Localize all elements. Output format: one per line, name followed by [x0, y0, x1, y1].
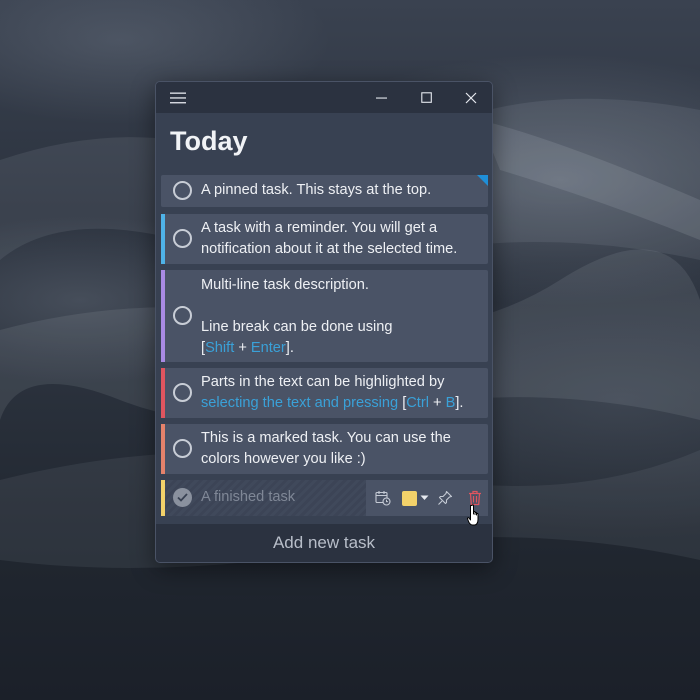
pin-button[interactable] [436, 489, 454, 507]
task-color-bar [161, 368, 165, 418]
task-item-multiline[interactable]: Multi-line task description. Line break … [161, 270, 488, 362]
task-item-finished[interactable]: A finished task [161, 480, 488, 516]
task-item-reminder[interactable]: A task with a reminder. You will get a n… [161, 214, 488, 264]
pin-icon [438, 490, 453, 505]
color-swatch [401, 490, 417, 506]
menu-button[interactable] [158, 82, 198, 113]
page-title: Today [170, 126, 248, 156]
checkmark-icon [177, 493, 188, 502]
task-text[interactable]: Multi-line task description. Line break … [201, 275, 480, 359]
task-text[interactable]: This is a marked task. You can use the c… [201, 428, 480, 470]
task-text[interactable]: Parts in the text can be highlighted by … [201, 372, 480, 414]
trash-icon [469, 490, 481, 506]
maximize-icon [421, 91, 432, 103]
title-bar [156, 82, 492, 113]
task-color-bar [161, 270, 165, 362]
task-color-bar [161, 480, 165, 516]
task-item-marked[interactable]: This is a marked task. You can use the c… [161, 424, 488, 474]
task-complete-checkbox[interactable] [173, 229, 192, 248]
minimize-icon [376, 97, 387, 99]
task-color-bar [161, 214, 165, 264]
maximize-button[interactable] [405, 82, 449, 113]
task-complete-checkbox[interactable] [173, 306, 192, 325]
task-text[interactable]: A pinned task. This stays at the top. [201, 180, 480, 201]
task-item-pinned[interactable]: A pinned task. This stays at the top. [161, 175, 488, 207]
color-picker-button[interactable] [400, 489, 430, 507]
task-item-highlight[interactable]: Parts in the text can be highlighted by … [161, 368, 488, 418]
highlighted-line: selecting the text and pressing [Ctrl + … [201, 395, 464, 411]
task-text[interactable]: A task with a reminder. You will get a n… [201, 218, 480, 260]
reminder-button[interactable] [374, 489, 392, 507]
delete-button[interactable] [466, 489, 484, 507]
app-window: Today A pinned task. This stays at the t… [155, 81, 493, 563]
close-icon [465, 92, 477, 103]
task-complete-checkbox[interactable] [173, 383, 192, 402]
task-complete-checkbox[interactable] [173, 439, 192, 458]
calendar-clock-icon [375, 491, 391, 506]
task-complete-checkbox-checked[interactable] [173, 488, 192, 507]
chevron-down-icon [420, 495, 428, 500]
minimize-button[interactable] [360, 82, 404, 113]
task-color-bar [161, 424, 165, 474]
shortcut-line: [Shift + Enter]. [201, 340, 294, 356]
task-action-toolbar [366, 480, 488, 516]
pinned-indicator [477, 175, 488, 186]
close-button[interactable] [449, 82, 492, 113]
task-complete-checkbox[interactable] [173, 181, 192, 200]
hamburger-menu-icon [170, 92, 186, 103]
add-new-task-button[interactable]: Add new task [156, 524, 492, 562]
